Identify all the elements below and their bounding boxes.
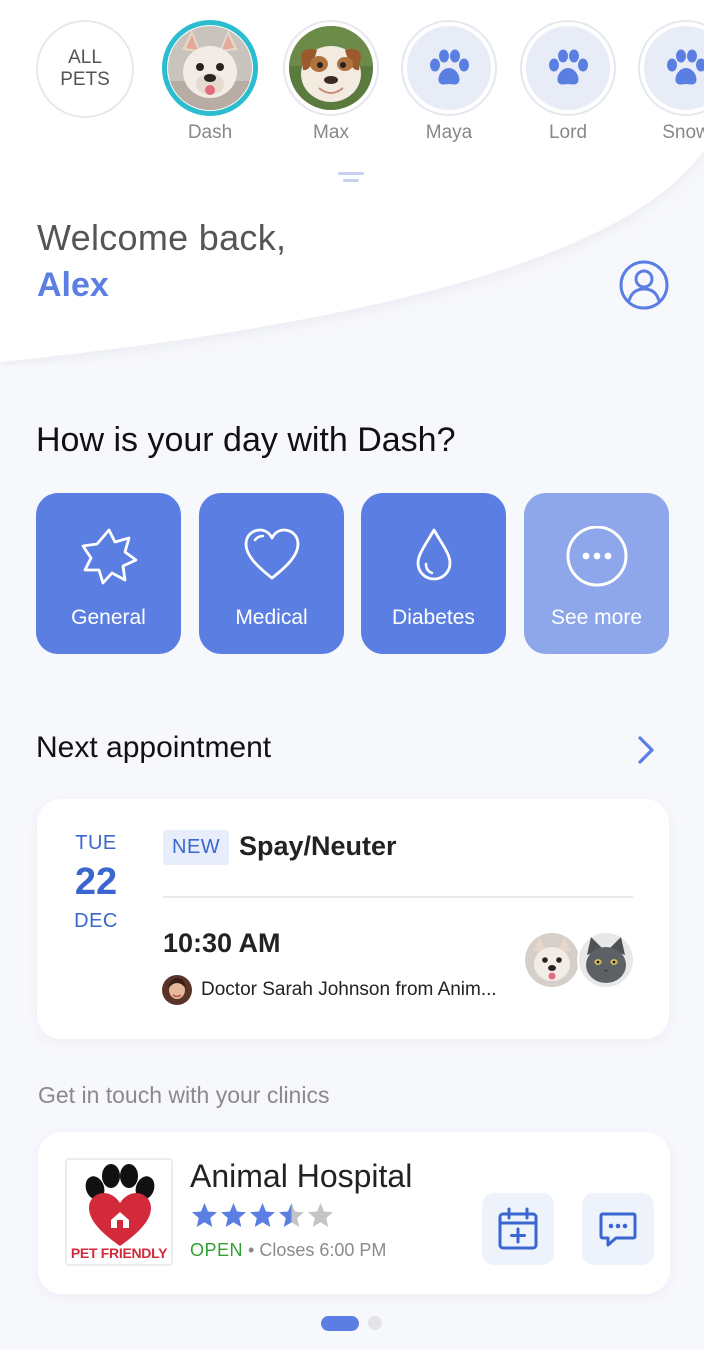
pet-item-snow[interactable]: Snow — [636, 20, 704, 144]
heart-icon — [199, 526, 344, 590]
book-appointment-button[interactable] — [482, 1193, 554, 1265]
calendar-add-icon — [498, 1207, 538, 1250]
new-badge: NEW — [163, 830, 230, 865]
appointment-date: TUE 22 DEC — [37, 832, 155, 933]
pet-item-dash[interactable]: Dash — [160, 20, 260, 144]
pet-name: Snow — [662, 122, 704, 143]
star-icon — [308, 1203, 333, 1227]
all-pets-label-2: PETS — [60, 69, 110, 90]
appointment-pets — [523, 931, 635, 989]
appointment-type: Spay/Neuter — [239, 831, 397, 861]
user-circle-icon[interactable] — [618, 259, 670, 311]
star-icon — [279, 1203, 304, 1227]
category-diabetes-button[interactable]: Diabetes — [361, 493, 506, 654]
doctor-avatar — [162, 975, 192, 1005]
pet-item-lord[interactable]: Lord — [518, 20, 618, 144]
clinic-logo: PET FRIENDLY — [65, 1158, 173, 1266]
chevron-right-icon[interactable] — [633, 734, 657, 766]
category-label: Diabetes — [392, 606, 475, 629]
pet-item-all[interactable]: ALL PETS — [35, 20, 135, 118]
pet-item-maya[interactable]: Maya — [399, 20, 499, 144]
page-dot[interactable] — [368, 1316, 382, 1330]
more-dots-icon — [524, 526, 669, 590]
category-grid: General Medical Diabetes See more — [36, 493, 670, 655]
category-label: See more — [550, 606, 643, 629]
appointment-day: 22 — [74, 861, 118, 903]
avatar — [638, 20, 704, 116]
clinic-logo-text: PET FRIENDLY — [70, 1245, 168, 1261]
category-medical-button[interactable]: Medical — [199, 493, 344, 654]
drag-handle[interactable] — [337, 172, 365, 184]
appointment-card[interactable]: TUE 22 DEC NEW Spay/Neuter 10:30 AM Doct… — [37, 799, 669, 1039]
clinics-section-label: Get in touch with your clinics — [38, 1082, 330, 1108]
drop-icon — [361, 526, 506, 590]
paw-icon — [407, 26, 491, 110]
divider — [163, 896, 633, 898]
appointment-time: 10:30 AM — [163, 928, 281, 958]
star-icon — [192, 1203, 217, 1227]
pet-name: Max — [313, 122, 349, 143]
grey-cat-photo — [577, 931, 635, 989]
starburst-icon — [36, 526, 181, 590]
appointment-month: DEC — [74, 910, 118, 932]
next-appointment-title: Next appointment — [36, 731, 272, 764]
all-pets-label-1: ALL — [68, 47, 102, 68]
paw-icon — [644, 26, 704, 110]
paw-icon — [526, 26, 610, 110]
page-dot-active[interactable] — [321, 1315, 359, 1331]
avatar — [401, 20, 497, 116]
page-indicator[interactable] — [321, 1315, 382, 1331]
avatar — [162, 20, 258, 116]
avatar — [520, 20, 616, 116]
avatar — [283, 20, 379, 116]
welcome-text: Welcome back, — [37, 217, 287, 258]
doctor-name: Doctor Sarah Johnson from Anim... — [201, 979, 497, 1000]
star-rating — [190, 1201, 335, 1231]
pet-name: Dash — [187, 122, 233, 143]
open-status: OPEN — [190, 1240, 244, 1260]
clinic-card[interactable]: PET FRIENDLY Animal Hospital OPEN • Clos… — [38, 1132, 670, 1294]
category-general-button[interactable]: General — [36, 493, 181, 654]
category-label: General — [71, 606, 146, 629]
day-title: How is your day with Dash? — [36, 421, 456, 459]
category-see-more-button[interactable]: See more — [524, 493, 669, 654]
french-bulldog-photo — [523, 931, 581, 989]
pet-selector: ALL PETS Dash Max Maya Lord Snow — [0, 20, 704, 160]
clinic-status: OPEN • Closes 6:00 PM — [190, 1240, 386, 1261]
message-clinic-button[interactable] — [582, 1193, 654, 1265]
closing-time: • Closes 6:00 PM — [248, 1240, 387, 1260]
french-bulldog-photo — [168, 26, 252, 110]
star-icon — [250, 1203, 275, 1227]
pet-name: Lord — [548, 122, 588, 143]
bulldog-puppy-photo — [289, 26, 373, 110]
appointment-weekday: TUE — [75, 832, 117, 854]
category-label: Medical — [235, 606, 308, 629]
pet-name: Maya — [425, 122, 473, 143]
chat-icon — [599, 1212, 637, 1247]
star-icon — [221, 1203, 246, 1227]
user-name: Alex — [37, 266, 109, 304]
clinic-name: Animal Hospital — [190, 1158, 413, 1194]
pet-item-max[interactable]: Max — [281, 20, 381, 144]
